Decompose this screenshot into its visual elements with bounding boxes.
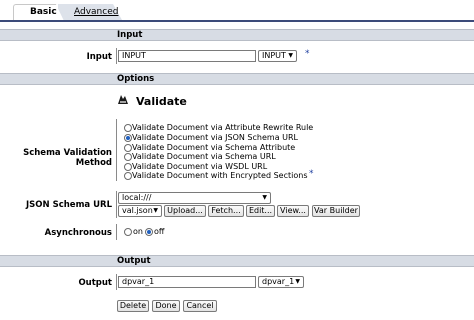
- option-label: Validate Document via JSON Schema URL: [132, 133, 299, 142]
- section-header-output: Output: [0, 255, 474, 267]
- tab-advanced-label[interactable]: Advanced: [74, 7, 118, 17]
- section-title-options: Options: [117, 74, 155, 84]
- section-header-options: Options: [0, 73, 474, 85]
- section-header-input: Input: [0, 29, 474, 41]
- radio-attribute-rewrite-rule[interactable]: [124, 124, 132, 132]
- option-label: Validate Document via Attribute Rewrite …: [132, 123, 314, 132]
- radio-async-on[interactable]: [124, 228, 132, 236]
- fetch-button[interactable]: Fetch...: [208, 205, 244, 217]
- json-schema-location-select[interactable]: local:/// ▼: [118, 192, 271, 204]
- required-marker: *: [305, 49, 310, 59]
- radio-async-off[interactable]: [145, 228, 153, 236]
- radio-schema-url[interactable]: [124, 153, 132, 161]
- cancel-button[interactable]: Cancel: [183, 300, 217, 312]
- chevron-down-icon: ▼: [262, 194, 267, 201]
- edit-button[interactable]: Edit...: [246, 205, 275, 217]
- done-button[interactable]: Done: [152, 300, 180, 312]
- view-button[interactable]: View...: [277, 205, 309, 217]
- var-builder-button[interactable]: Var Builder: [312, 205, 360, 217]
- output-field[interactable]: dpvar_1: [118, 276, 256, 288]
- section-title-input: Input: [117, 30, 143, 40]
- validate-icon: [117, 93, 129, 105]
- field-divider: [116, 119, 117, 181]
- input-type-select[interactable]: INPUT ▼: [258, 50, 297, 62]
- delete-button[interactable]: Delete: [117, 300, 149, 312]
- field-divider: [116, 191, 117, 218]
- json-schema-url-label: JSON Schema URL: [26, 200, 112, 210]
- json-schema-file-value: val.json: [122, 206, 153, 215]
- upload-button[interactable]: Upload...: [164, 205, 206, 217]
- output-type-select-value: dpvar_1: [262, 277, 295, 286]
- required-marker: *: [309, 169, 314, 179]
- radio-json-schema-url[interactable]: [124, 134, 132, 142]
- chevron-down-icon: ▼: [295, 278, 300, 285]
- input-label: Input: [86, 52, 112, 62]
- field-divider: [116, 274, 117, 290]
- header-rule: [0, 20, 474, 22]
- chevron-down-icon: ▼: [153, 207, 158, 214]
- output-label: Output: [78, 278, 112, 288]
- schema-validation-method-label: Schema Validation Method: [23, 148, 112, 168]
- async-on-label: on: [133, 227, 143, 236]
- chevron-down-icon: ▼: [288, 52, 293, 59]
- option-label: Validate Document with Encrypted Section…: [132, 171, 308, 180]
- output-type-select[interactable]: dpvar_1 ▼: [258, 276, 304, 288]
- field-divider: [116, 48, 117, 64]
- asynchronous-label: Asynchronous: [44, 228, 112, 238]
- async-off-label: off: [154, 227, 165, 236]
- input-type-select-value: INPUT: [262, 51, 286, 60]
- action-title: Validate: [136, 95, 187, 108]
- json-schema-file-select[interactable]: val.json ▼: [118, 205, 162, 217]
- json-schema-location-value: local:///: [122, 193, 152, 202]
- option-label: Validate Document via Schema URL: [132, 152, 276, 161]
- section-title-output: Output: [117, 256, 151, 266]
- input-field[interactable]: INPUT: [118, 50, 256, 62]
- field-divider: [116, 224, 117, 240]
- radio-wsdl-url[interactable]: [124, 163, 132, 171]
- radio-encrypted-sections[interactable]: [124, 172, 132, 180]
- radio-schema-attribute[interactable]: [124, 144, 132, 152]
- tab-basic-label[interactable]: Basic: [30, 7, 57, 17]
